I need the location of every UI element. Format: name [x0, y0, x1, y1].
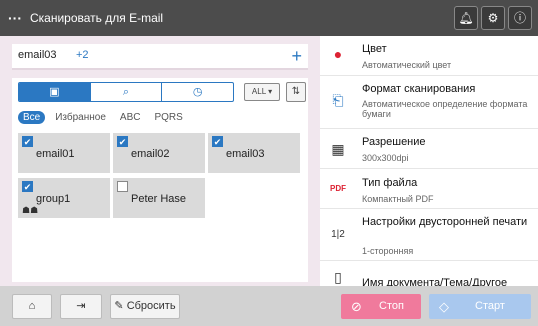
color-icon: ● — [333, 46, 343, 62]
checkbox-unchecked[interactable] — [117, 181, 128, 192]
group-tile[interactable]: ✔ group1 ☗☗ — [18, 178, 110, 218]
setting-value: 1-сторонняя — [362, 246, 414, 256]
pdf-icon: PDF — [330, 184, 346, 193]
addressbook-tabs: ▣ ⌕ ◷ — [18, 82, 234, 102]
info-icon[interactable]: ⓘ — [508, 6, 532, 30]
setting-title: Формат сканирования — [362, 83, 476, 95]
setting-file-type[interactable]: PDF Тип файла Компактный PDF — [320, 169, 538, 209]
setting-title: Тип файла — [362, 177, 418, 189]
sort-icon[interactable]: ⇅ — [286, 82, 306, 102]
history-icon[interactable]: ◷ — [162, 83, 233, 101]
bell-icon[interactable]: 🔔︎ — [454, 6, 478, 30]
contact-name: email02 — [131, 148, 170, 160]
addressbook-tab-icon[interactable]: ▣ — [19, 83, 91, 101]
setting-duplex[interactable]: 1|2 Настройки двусторонней печати 1-стор… — [320, 209, 538, 261]
bottom-bar: ⌂ ⇥ ✎ Сбросить ⊘ Стоп ◇ Старт — [0, 286, 538, 326]
start-button[interactable]: ◇ Старт — [429, 294, 531, 319]
add-destination-button[interactable]: + — [291, 45, 302, 67]
contact-tile[interactable]: ✔ email01 — [18, 133, 110, 173]
contact-tile[interactable]: ✔ email03 — [208, 133, 300, 173]
setting-title: Имя документа/Тема/Другое — [362, 277, 508, 286]
setting-value: Компактный PDF — [362, 194, 434, 204]
checkbox-checked[interactable]: ✔ — [212, 136, 223, 147]
start-icon: ◇ — [439, 299, 449, 314]
stop-label: Стоп — [379, 300, 404, 312]
contact-tile[interactable]: ✔ email02 — [113, 133, 205, 173]
index-filters: Все Избранное ABC PQRS — [18, 109, 187, 125]
resolution-icon: ▦ — [331, 141, 345, 157]
ellipsis-icon[interactable]: ··· — [4, 5, 26, 31]
start-label: Старт — [475, 300, 505, 312]
duplex-icon: 1|2 — [331, 229, 345, 240]
all-dropdown[interactable]: ALL ▾ — [244, 83, 280, 101]
scan-size-icon: ⎗ — [332, 92, 344, 108]
filter-favorites[interactable]: Избранное — [51, 111, 110, 124]
setting-value: 300x300dpi — [362, 153, 409, 163]
setting-scan-size[interactable]: ⎗ Формат сканирования Автоматическое опр… — [320, 76, 538, 129]
setting-title: Цвет — [362, 43, 387, 55]
group-icon: ☗☗ — [22, 205, 39, 215]
setting-resolution[interactable]: ▦ Разрешение 300x300dpi — [320, 129, 538, 169]
checkbox-checked[interactable]: ✔ — [22, 136, 33, 147]
checkbox-checked[interactable]: ✔ — [22, 181, 33, 192]
filter-abc[interactable]: ABC — [116, 111, 145, 124]
filter-pqrs[interactable]: PQRS — [150, 111, 186, 124]
filter-all[interactable]: Все — [18, 110, 46, 124]
document-icon: ▯ — [334, 269, 342, 285]
contact-name: email01 — [36, 148, 75, 160]
settings-panel: ● Цвет Автоматический цвет ⎗ Формат скан… — [320, 36, 538, 286]
checkbox-checked[interactable]: ✔ — [117, 136, 128, 147]
destination-panel: email03 +2 + ▣ ⌕ ◷ ALL ▾ ⇅ Все Избранное… — [0, 36, 320, 286]
destination-chip[interactable]: email03 — [18, 49, 57, 61]
logout-icon[interactable]: ⇥ — [60, 294, 102, 319]
reset-label: Сбросить — [126, 300, 176, 312]
setting-color[interactable]: ● Цвет Автоматический цвет — [320, 36, 538, 76]
destination-count: +2 — [76, 49, 89, 61]
setting-title: Настройки двусторонней печати — [362, 216, 528, 228]
network-icon[interactable]: ⚙︎ — [481, 6, 505, 30]
search-icon[interactable]: ⌕ — [91, 83, 163, 101]
setting-document-name[interactable]: ▯ Имя документа/Тема/Другое — [320, 261, 538, 286]
home-icon[interactable]: ⌂ — [12, 294, 52, 319]
stop-icon: ⊘ — [351, 299, 362, 314]
title-bar: ··· Сканировать для E-mail 🔔︎ ⚙︎ ⓘ — [0, 0, 538, 36]
address-book: ▣ ⌕ ◷ ALL ▾ ⇅ Все Избранное ABC PQRS ✔ e… — [12, 78, 308, 282]
pencil-icon: ✎ — [114, 300, 127, 312]
setting-value: Автоматический цвет — [362, 60, 452, 70]
destination-field[interactable]: email03 +2 + — [12, 44, 308, 70]
contact-name: email03 — [226, 148, 265, 160]
contact-name: Peter Hase — [131, 193, 187, 205]
reset-button[interactable]: ✎ Сбросить — [110, 294, 180, 319]
contact-tile[interactable]: Peter Hase — [113, 178, 205, 218]
setting-value: Автоматическое определение формата бумаг… — [362, 99, 528, 119]
page-title: Сканировать для E-mail — [30, 11, 164, 25]
setting-title: Разрешение — [362, 136, 426, 148]
stop-button[interactable]: ⊘ Стоп — [341, 294, 421, 319]
group-name: group1 — [36, 193, 71, 205]
